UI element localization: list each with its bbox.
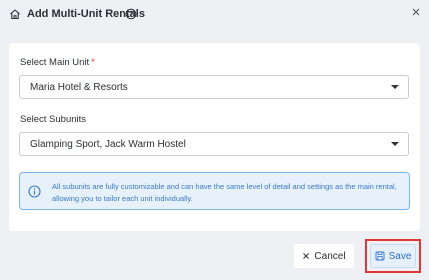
- save-label: Save: [388, 250, 412, 262]
- dialog-header: Add Multi-Unit Rentals: [0, 0, 429, 30]
- subunits-select[interactable]: Glamping Sport, Jack Warm Hostel: [19, 132, 409, 156]
- cancel-button[interactable]: Cancel: [294, 244, 354, 268]
- home-icon: [10, 9, 20, 20]
- close-small-icon: [303, 253, 310, 259]
- cancel-label: Cancel: [314, 250, 346, 262]
- subunits-value: Glamping Sport, Jack Warm Hostel: [30, 138, 186, 150]
- subunits-label: Select Subunits: [20, 114, 87, 125]
- required-marker: *: [91, 57, 95, 68]
- save-button[interactable]: Save: [370, 244, 416, 268]
- help-icon[interactable]: [125, 8, 137, 20]
- info-icon: [28, 185, 41, 198]
- main-unit-label: Select Main Unit *: [20, 57, 95, 68]
- info-alert: All subunits are fully customizable and …: [19, 172, 410, 210]
- close-icon[interactable]: [410, 6, 422, 18]
- info-text: All subunits are fully customizable and …: [52, 182, 397, 203]
- main-unit-value: Maria Hotel & Resorts: [30, 81, 128, 93]
- caret-down-icon: [391, 85, 399, 89]
- main-unit-select[interactable]: Maria Hotel & Resorts: [19, 75, 409, 99]
- caret-down-icon: [391, 142, 399, 146]
- save-icon: [375, 251, 385, 261]
- form-card: Select Main Unit * Maria Hotel & Resorts …: [9, 43, 420, 231]
